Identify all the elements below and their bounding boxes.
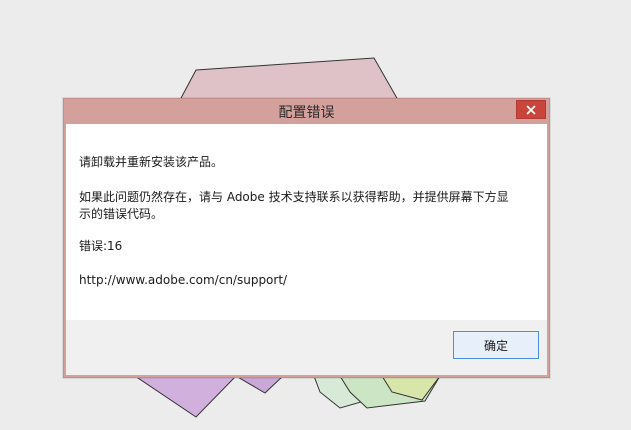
dialog-body: 请卸载并重新安装该产品。 如果此问题仍然存在，请与 Adobe 技术支持联系以获… [66, 124, 547, 375]
message-contact-support: 如果此问题仍然存在，请与 Adobe 技术支持联系以获得帮助，并提供屏幕下方显 … [79, 190, 509, 221]
message-area: 请卸载并重新安装该产品。 如果此问题仍然存在，请与 Adobe 技术支持联系以获… [66, 124, 547, 320]
dialog-footer: 确定 [66, 320, 547, 375]
config-error-dialog: 配置错误 请卸载并重新安装该产品。 如果此问题仍然存在，请与 Adobe 技术支… [63, 98, 550, 378]
close-button[interactable] [516, 100, 546, 119]
dialog-titlebar[interactable]: 配置错误 [64, 99, 549, 123]
support-url: http://www.adobe.com/cn/support/ [79, 273, 288, 287]
message-reinstall: 请卸载并重新安装该产品。 [79, 155, 224, 169]
close-icon [526, 104, 536, 115]
error-code: 错误:16 [79, 239, 123, 253]
dialog-title: 配置错误 [278, 105, 335, 121]
ok-button[interactable]: 确定 [453, 331, 539, 359]
